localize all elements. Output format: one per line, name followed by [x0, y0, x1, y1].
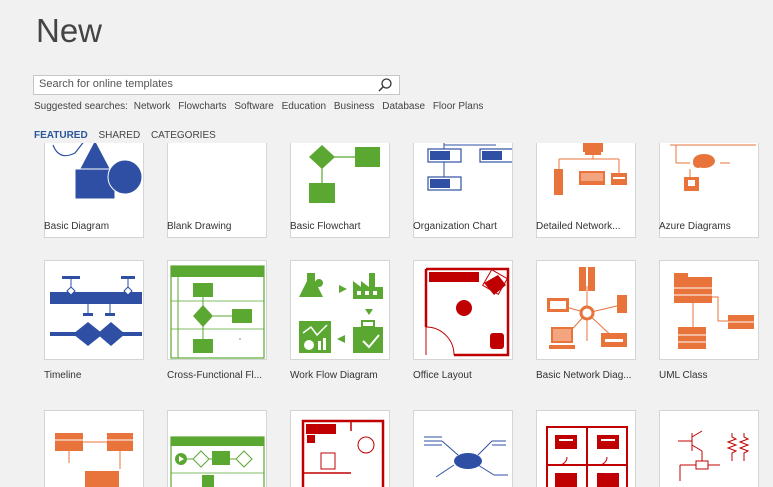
template-label: Azure Diagrams	[659, 221, 731, 232]
template-thumbnail	[290, 260, 390, 360]
template-thumbnail	[167, 260, 267, 360]
suggested-link-floor-plans[interactable]: Floor Plans	[433, 101, 484, 112]
suggested-link-software[interactable]: Software	[234, 101, 273, 112]
tab-shared[interactable]: SHARED	[98, 130, 140, 141]
template-label: Basic Network Diag...	[536, 370, 632, 381]
template-thumbnail	[659, 410, 759, 487]
template-label: Detailed Network...	[536, 221, 621, 232]
template-thumbnail	[290, 410, 390, 487]
template-thumbnail	[44, 260, 144, 360]
search-icon[interactable]	[377, 77, 393, 93]
template-label: UML Class	[659, 370, 708, 381]
template-tabs: FEATURED SHARED CATEGORIES	[34, 130, 224, 141]
suggested-link-flowcharts[interactable]: Flowcharts	[178, 101, 226, 112]
suggested-searches: Suggested searches: Network Flowcharts S…	[34, 101, 488, 112]
template-label: Work Flow Diagram	[290, 370, 378, 381]
template-thumbnail	[413, 410, 513, 487]
suggested-link-business[interactable]: Business	[334, 101, 375, 112]
suggested-searches-label: Suggested searches:	[34, 101, 128, 112]
page-title: New	[36, 12, 103, 49]
suggested-link-network[interactable]: Network	[134, 101, 171, 112]
template-thumbnail	[536, 410, 636, 487]
suggested-link-education[interactable]: Education	[282, 101, 326, 112]
template-thumbnail	[659, 260, 759, 360]
tab-featured[interactable]: FEATURED	[34, 130, 88, 141]
template-label: Organization Chart	[413, 221, 497, 232]
template-thumbnail	[44, 410, 144, 487]
template-gallery: Basic Diagram Blank Drawing Basic Flowch…	[44, 143, 773, 487]
tab-categories[interactable]: CATEGORIES	[151, 130, 216, 141]
template-label: Office Layout	[413, 370, 472, 381]
template-label: Basic Diagram	[44, 221, 110, 232]
template-thumbnail	[413, 260, 513, 360]
template-thumbnail	[536, 260, 636, 360]
template-thumbnail	[167, 410, 267, 487]
template-label: Blank Drawing	[167, 221, 232, 232]
suggested-link-database[interactable]: Database	[382, 101, 425, 112]
search-box[interactable]	[33, 75, 400, 95]
template-label: Basic Flowchart	[290, 221, 361, 232]
search-input[interactable]	[39, 78, 369, 90]
template-label: Timeline	[44, 370, 82, 381]
template-label: Cross-Functional Fl...	[167, 370, 263, 381]
